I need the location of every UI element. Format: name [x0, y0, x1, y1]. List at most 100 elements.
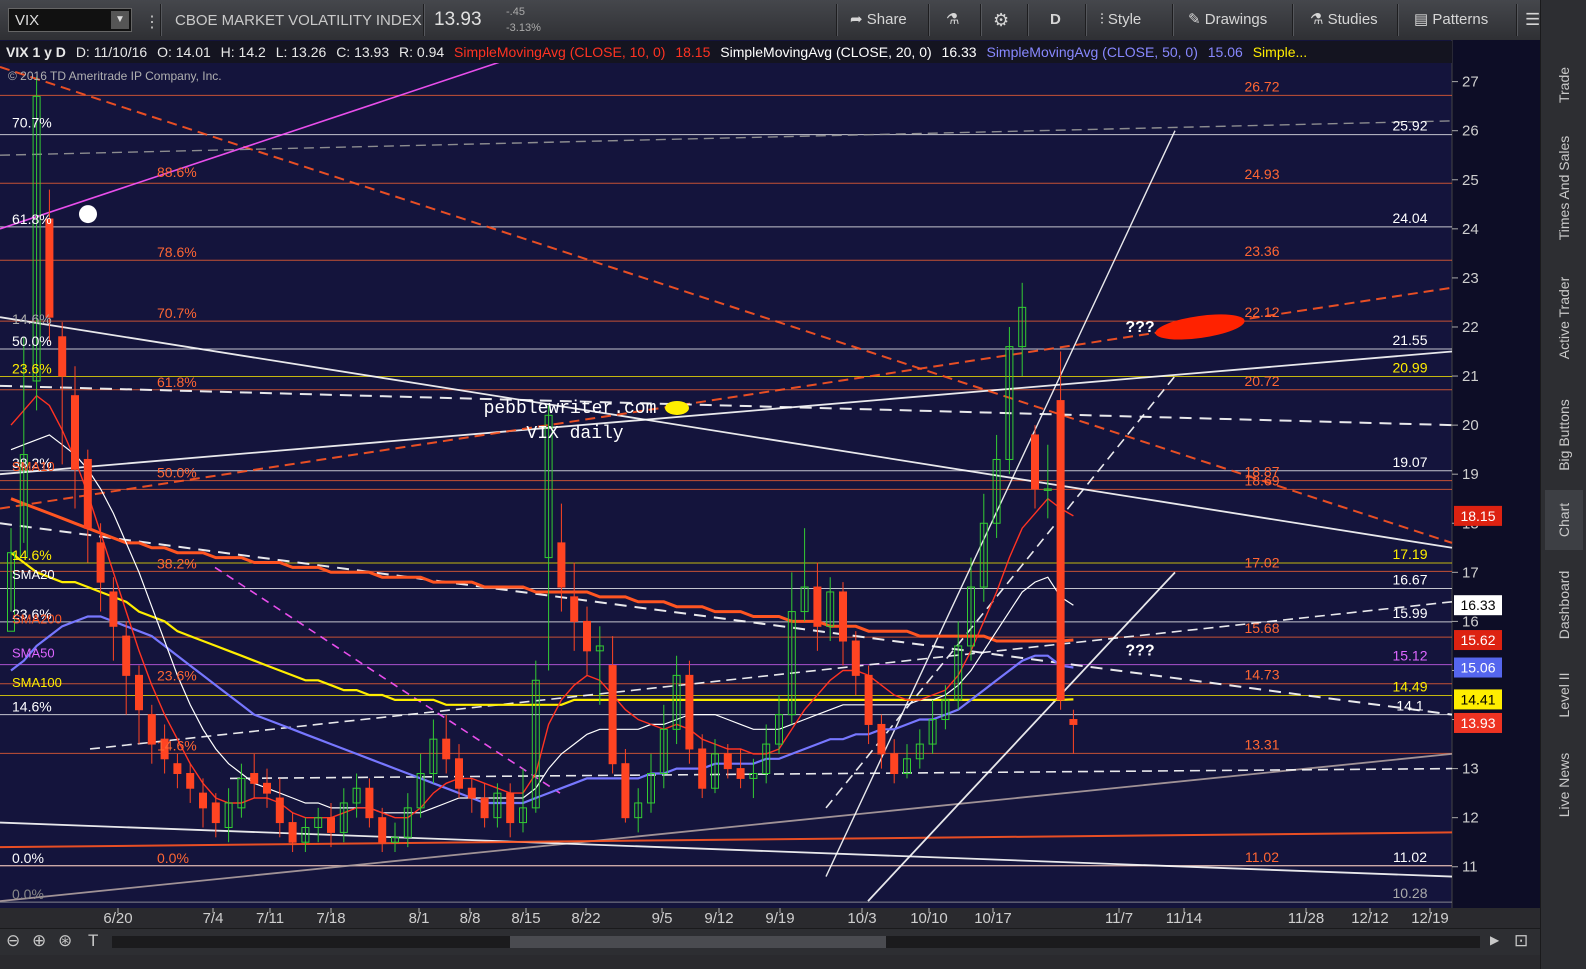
candle-body[interactable] — [58, 336, 67, 377]
level-label: 11.02 — [1245, 849, 1279, 865]
tab-level-ii[interactable]: Level II — [1545, 660, 1583, 730]
tab-chart[interactable]: Chart — [1545, 490, 1583, 550]
candle-body[interactable] — [109, 591, 118, 627]
candle-body[interactable] — [45, 218, 54, 318]
flask-icon[interactable]: ⚗ — [946, 4, 959, 36]
link-icon[interactable]: ⋮ — [144, 12, 160, 32]
style-button[interactable]: ⫶ Style — [1100, 4, 1141, 36]
studies-button[interactable]: ⚗ Studies — [1310, 4, 1378, 36]
zoom-in-icon[interactable]: ⊕ — [32, 931, 46, 951]
candle-body[interactable] — [851, 640, 860, 676]
candle-body[interactable] — [877, 723, 886, 755]
sma20-legend[interactable]: SimpleMovingAvg (CLOSE, 20, 0) — [720, 44, 931, 60]
candle-body[interactable] — [122, 635, 131, 676]
y-tick-label: 21 — [1462, 368, 1479, 385]
candle-body[interactable] — [288, 822, 297, 843]
candle-body[interactable] — [557, 542, 566, 588]
level-label: 17.02 — [1244, 554, 1279, 570]
scroll-right-icon[interactable]: ▶ — [1490, 933, 1499, 947]
menu-icon[interactable]: ☰ — [1525, 4, 1540, 36]
candle-body[interactable] — [275, 797, 284, 824]
candle-body[interactable] — [570, 596, 579, 622]
fib-label: 0.0% — [12, 886, 44, 902]
style-icon: ⫶ — [1100, 11, 1108, 28]
candle-body[interactable] — [186, 773, 195, 789]
symbol-input[interactable]: VIX ▼ — [8, 8, 132, 32]
candle-body[interactable] — [1056, 400, 1065, 701]
level-label: 20.99 — [1392, 360, 1427, 376]
patterns-button[interactable]: ▤ Patterns — [1414, 4, 1488, 36]
sma50-legend[interactable]: SimpleMovingAvg (CLOSE, 50, 0) — [986, 44, 1197, 60]
style-label: Style — [1107, 11, 1142, 28]
candle-body[interactable] — [173, 763, 182, 775]
candle-body[interactable] — [890, 753, 899, 775]
sma50-value: 15.06 — [1207, 44, 1243, 60]
candle-body[interactable] — [698, 748, 707, 789]
candle-body[interactable] — [608, 665, 617, 765]
candle-body[interactable] — [1031, 434, 1039, 490]
candle-body[interactable] — [96, 542, 105, 583]
tab-dashboard[interactable]: Dashboard — [1545, 555, 1583, 655]
symbol-dropdown-icon[interactable]: ▼ — [111, 11, 129, 29]
text-tool-icon[interactable]: T — [88, 931, 98, 951]
share-button[interactable]: ➦ Share — [850, 4, 907, 36]
candle-body[interactable] — [442, 738, 451, 760]
candle-body[interactable] — [250, 773, 259, 784]
sma-label: SMA20 — [12, 567, 55, 582]
level-label: 23.36 — [1244, 243, 1279, 259]
candle-body[interactable] — [583, 620, 591, 652]
candle-body[interactable] — [736, 768, 745, 779]
time-scrollbar[interactable] — [112, 936, 1480, 948]
candle-body[interactable] — [506, 792, 515, 824]
question-annotation: ??? — [1125, 643, 1154, 660]
gear-icon[interactable]: ⚙ — [993, 4, 1009, 36]
price-chart[interactable]: ?????? 26.72 25.92 24.93 24.04 23.36 22.12 21.5… — [0, 40, 1540, 928]
candle-body[interactable] — [199, 792, 207, 809]
candle-body[interactable] — [839, 591, 847, 642]
fib-label: 78.6% — [157, 244, 197, 260]
divider — [1085, 4, 1087, 36]
candle-body[interactable] — [723, 753, 732, 770]
scrollbar-thumb[interactable] — [510, 936, 886, 948]
flask-icon: ⚗ — [1310, 11, 1328, 28]
candle-body[interactable] — [455, 758, 463, 789]
level-label: 24.93 — [1244, 166, 1279, 182]
tab-live-news[interactable]: Live News — [1545, 735, 1583, 835]
candle-body[interactable] — [263, 782, 271, 794]
sma10-legend[interactable]: SimpleMovingAvg (CLOSE, 10, 0) — [454, 44, 665, 60]
candle-body[interactable] — [864, 674, 873, 725]
fib-label: 61.8% — [12, 211, 52, 227]
expand-icon[interactable]: ⊡ — [1514, 931, 1528, 951]
tab-times-and-sales[interactable]: Times And Sales — [1545, 125, 1583, 250]
tab-active-trader[interactable]: Active Trader — [1545, 255, 1583, 380]
tab-label: Live News — [1556, 752, 1572, 818]
candle-body[interactable] — [813, 586, 822, 627]
zoom-box-icon[interactable]: ⊛ — [58, 931, 72, 951]
candle-body[interactable] — [480, 797, 489, 819]
candle-body[interactable] — [83, 458, 92, 529]
tab-big-buttons[interactable]: Big Buttons — [1545, 385, 1583, 485]
candle-body[interactable] — [685, 674, 694, 750]
tab-trade[interactable]: Trade — [1545, 50, 1583, 120]
level-label: 24.04 — [1392, 210, 1427, 226]
candle-body[interactable] — [365, 787, 374, 819]
y-tick-label: 13 — [1462, 761, 1479, 778]
fib-label: 50.0% — [157, 465, 197, 481]
y-tick-label: 27 — [1462, 74, 1479, 91]
level-label: 18.69 — [1244, 472, 1279, 488]
candle-body[interactable] — [147, 714, 156, 745]
price-flag-label: 18.15 — [1460, 508, 1495, 524]
sma100-legend[interactable]: Simple... — [1253, 44, 1307, 60]
candle-body[interactable] — [135, 674, 143, 711]
candle-body[interactable] — [467, 787, 476, 799]
candle-body[interactable] — [71, 395, 79, 470]
candle-body[interactable] — [327, 817, 335, 833]
candle-body[interactable] — [1069, 719, 1078, 725]
zoom-out-icon[interactable]: ⊖ — [6, 931, 20, 951]
candle-body[interactable] — [378, 817, 387, 843]
level-label: 26.72 — [1244, 78, 1279, 94]
aggregation-button[interactable]: D — [1050, 4, 1061, 36]
drawings-button[interactable]: ✎ Drawings — [1188, 4, 1267, 36]
candle-body[interactable] — [211, 802, 220, 824]
candle-body[interactable] — [621, 763, 630, 819]
